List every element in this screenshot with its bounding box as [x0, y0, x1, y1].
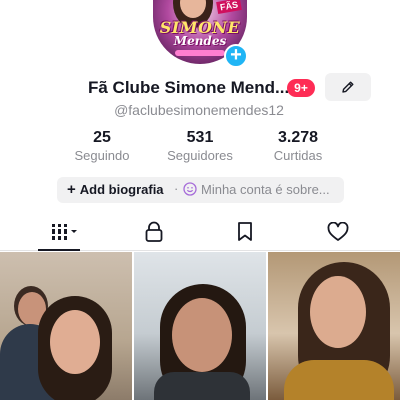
stat-value: 531: [186, 129, 214, 146]
edit-profile-button[interactable]: [325, 73, 371, 101]
bio-bar: + Add biografia · Minha conta é sobre...: [57, 177, 344, 203]
add-bio-button[interactable]: + Add biografia: [67, 181, 164, 198]
active-tab-indicator: [38, 249, 80, 251]
avatar-logo-ribbon: [175, 50, 225, 56]
tab-liked[interactable]: [288, 213, 388, 250]
lock-icon: [145, 221, 163, 242]
stat-following[interactable]: 25 Seguindo: [62, 129, 142, 163]
profile-name: Fã Clube Simone Mend...: [88, 78, 290, 97]
plus-icon[interactable]: +: [224, 44, 248, 68]
profile-handle: @faclubesimonemendes12: [114, 102, 284, 118]
bio-separator: ·: [174, 181, 179, 196]
stat-label: Seguidores: [167, 148, 233, 163]
person-face: [172, 298, 232, 372]
pencil-icon: [342, 81, 354, 93]
stat-label: Seguindo: [74, 148, 130, 163]
profile-tabs: [0, 213, 400, 251]
heart-icon: [327, 222, 349, 241]
video-thumbnail[interactable]: [0, 252, 132, 400]
account-about-button[interactable]: Minha conta é sobre...: [201, 182, 330, 197]
person-body: [154, 372, 250, 400]
person-sweater: [284, 360, 394, 400]
name-row: Fã Clube Simone Mend... 9+: [0, 73, 400, 101]
stat-likes[interactable]: 3.278 Curtidas: [258, 129, 338, 163]
avatar-badge: FÃS: [216, 0, 242, 14]
person-face: [50, 310, 100, 374]
stat-value: 3.278: [277, 129, 319, 146]
stat-value: 25: [93, 129, 111, 146]
notification-badge[interactable]: 9+: [287, 79, 315, 97]
bookmark-icon: [238, 222, 252, 241]
grid-icon: [52, 224, 77, 240]
person-face: [310, 276, 366, 348]
video-grid: [0, 252, 400, 400]
tab-private[interactable]: [104, 213, 204, 250]
add-bio-label: Add biografia: [79, 182, 164, 197]
tab-favorites[interactable]: [196, 213, 296, 250]
video-thumbnail[interactable]: [268, 252, 400, 400]
stat-followers[interactable]: 531 Seguidores: [160, 129, 240, 163]
smile-icon: [183, 182, 197, 196]
plus-icon: +: [67, 181, 76, 198]
stat-label: Curtidas: [273, 148, 323, 163]
video-thumbnail[interactable]: [134, 252, 266, 400]
tab-videos[interactable]: [0, 213, 100, 251]
